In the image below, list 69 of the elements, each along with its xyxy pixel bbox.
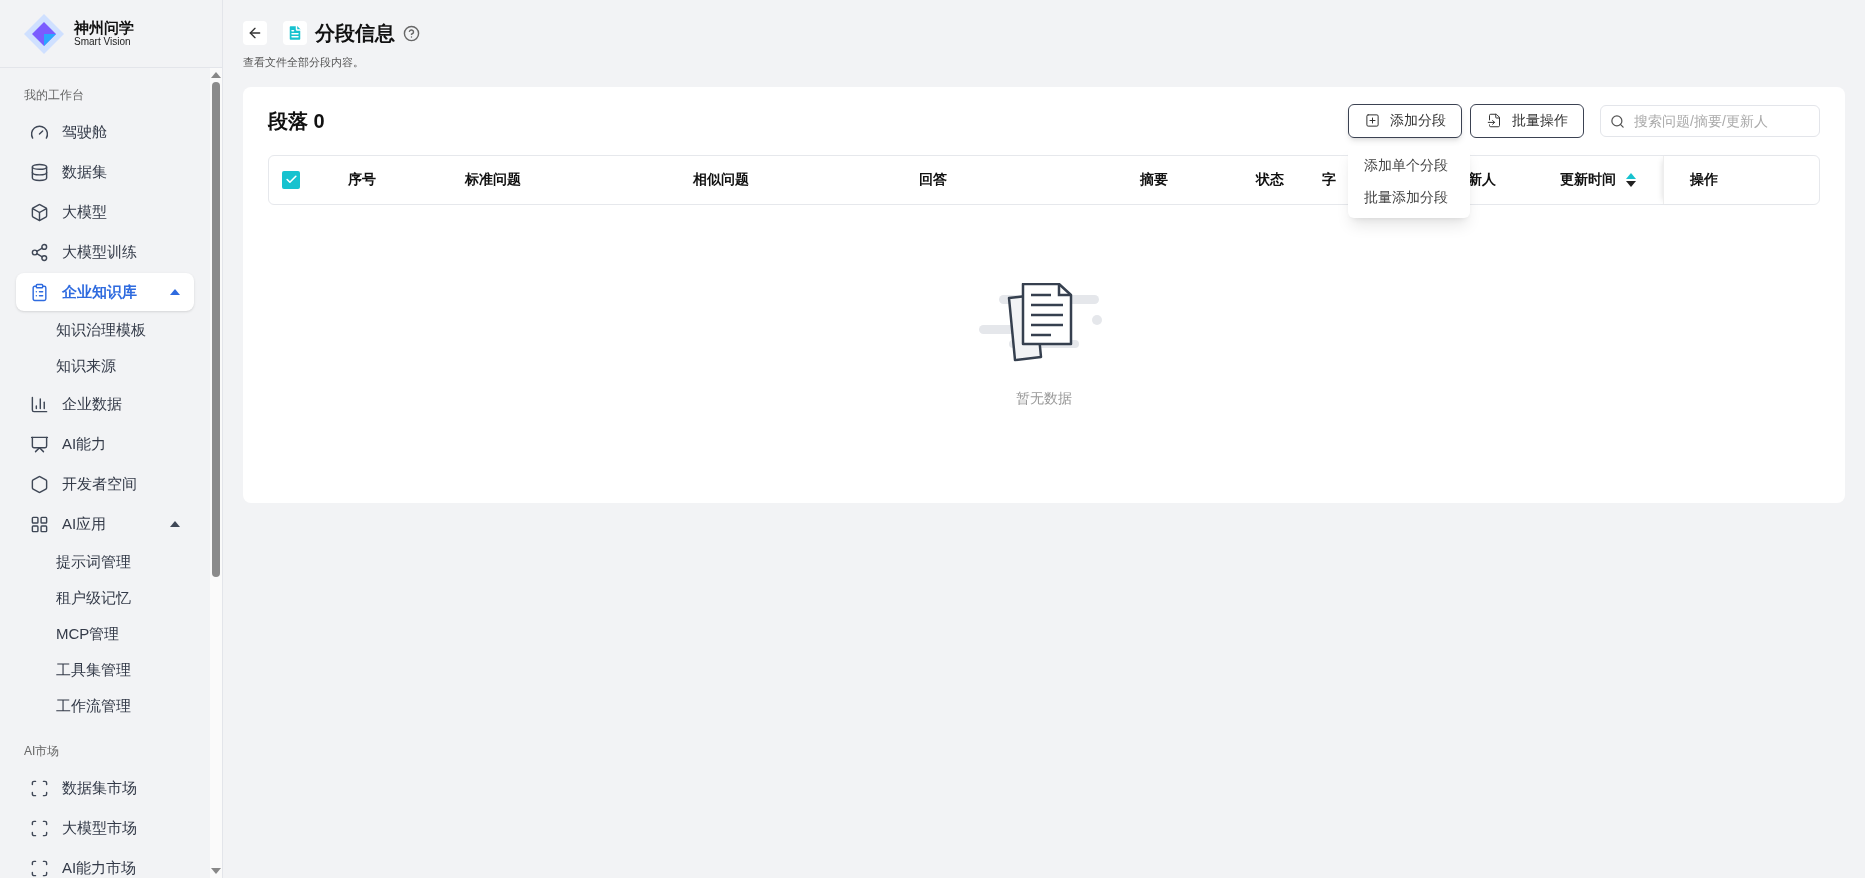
plus-square-icon — [1364, 113, 1380, 128]
logo-icon — [24, 13, 64, 54]
select-all-checkbox[interactable] — [282, 170, 300, 189]
sidebar-item[interactable]: 大模型市场 — [16, 809, 194, 847]
column-header: 字 — [1322, 170, 1336, 189]
search-icon — [1610, 113, 1625, 129]
sidebar-subitem[interactable]: 工具集管理 — [56, 652, 210, 688]
presentation-icon — [30, 434, 49, 454]
section-label: 我的工作台 — [23, 87, 85, 104]
sidebar-subitem[interactable]: 提示词管理 — [56, 544, 210, 580]
sidebar-item[interactable]: 大模型训练 — [16, 233, 194, 271]
add-segment-button[interactable]: 添加分段 — [1348, 103, 1462, 138]
sidebar-item[interactable]: 数据集市场 — [16, 769, 194, 807]
brand-name: 神州问学 — [74, 19, 134, 37]
brand-tagline: Smart Vision — [74, 36, 132, 48]
sort-icon[interactable] — [1626, 172, 1636, 187]
section-label: AI市场 — [23, 743, 61, 760]
sidebar-subitem[interactable]: MCP管理 — [56, 616, 210, 652]
sidebar-item[interactable]: AI能力 — [16, 425, 194, 463]
gauge-icon — [30, 122, 49, 142]
hexagon-icon — [30, 474, 49, 494]
sidebar-item[interactable]: 大模型 — [16, 193, 194, 231]
sidebar-item[interactable]: AI应用 — [16, 505, 194, 543]
clipboard-icon — [30, 282, 49, 302]
nodes-icon — [30, 242, 49, 262]
column-header: 更新时间 — [1560, 170, 1616, 189]
sidebar-item[interactable]: 数据集 — [16, 153, 194, 191]
import-icon — [1486, 113, 1502, 128]
back-icon — [247, 25, 263, 41]
cube-icon — [30, 202, 49, 222]
page-subtitle: 查看文件全部分段内容。 — [243, 55, 365, 70]
page-title: 分段信息 — [315, 21, 395, 46]
scroll-down-icon — [211, 868, 221, 874]
column-header: 操作 — [1690, 170, 1718, 189]
scan-icon — [30, 818, 49, 838]
column-header: 标准问题 — [465, 170, 521, 189]
sidebar-subitem[interactable]: 工作流管理 — [56, 688, 210, 724]
database-icon — [30, 162, 49, 182]
grid-icon — [30, 514, 49, 534]
scan-icon — [30, 858, 49, 878]
sidebar-subitem[interactable]: 知识治理模板 — [56, 312, 210, 348]
sidebar-subitem[interactable]: 知识来源 — [56, 348, 210, 384]
card-title: 段落 0 — [268, 108, 326, 134]
column-header: 摘要 — [1140, 170, 1168, 189]
sort-down-icon — [1626, 180, 1636, 187]
back-button[interactable] — [243, 21, 267, 45]
sidebar-subitem[interactable]: 租户级记忆 — [56, 580, 210, 616]
empty-text: 暂无数据 — [1016, 388, 1072, 408]
column-header: 相似问题 — [693, 170, 749, 189]
sidebar-item[interactable]: 企业数据 — [16, 385, 194, 423]
check-icon — [284, 173, 298, 186]
scroll-up-icon — [211, 72, 221, 78]
sidebar-item[interactable]: 开发者空间 — [16, 465, 194, 503]
scan-icon — [30, 778, 49, 798]
sort-up-icon — [1626, 172, 1636, 179]
column-header: 序号 — [348, 170, 376, 189]
column-header: 状态 — [1256, 170, 1284, 189]
document-icon — [283, 21, 307, 45]
search-field[interactable]: 搜索问题/摘要/更新人 — [1600, 104, 1820, 137]
bar-chart-icon — [30, 394, 49, 414]
menu-item[interactable]: 批量添加分段 — [1348, 181, 1470, 214]
scrollbar[interactable] — [210, 68, 222, 878]
sidebar-item[interactable]: 企业知识库 — [16, 273, 194, 311]
sidebar-item[interactable]: AI能力市场 — [16, 849, 194, 878]
batch-operation-button[interactable]: 批量操作 — [1470, 103, 1584, 138]
sidebar-item[interactable]: 驾驶舱 — [16, 113, 194, 151]
menu-item[interactable]: 添加单个分段 — [1348, 149, 1470, 182]
help-icon[interactable] — [403, 24, 420, 42]
column-header: 回答 — [919, 170, 947, 189]
